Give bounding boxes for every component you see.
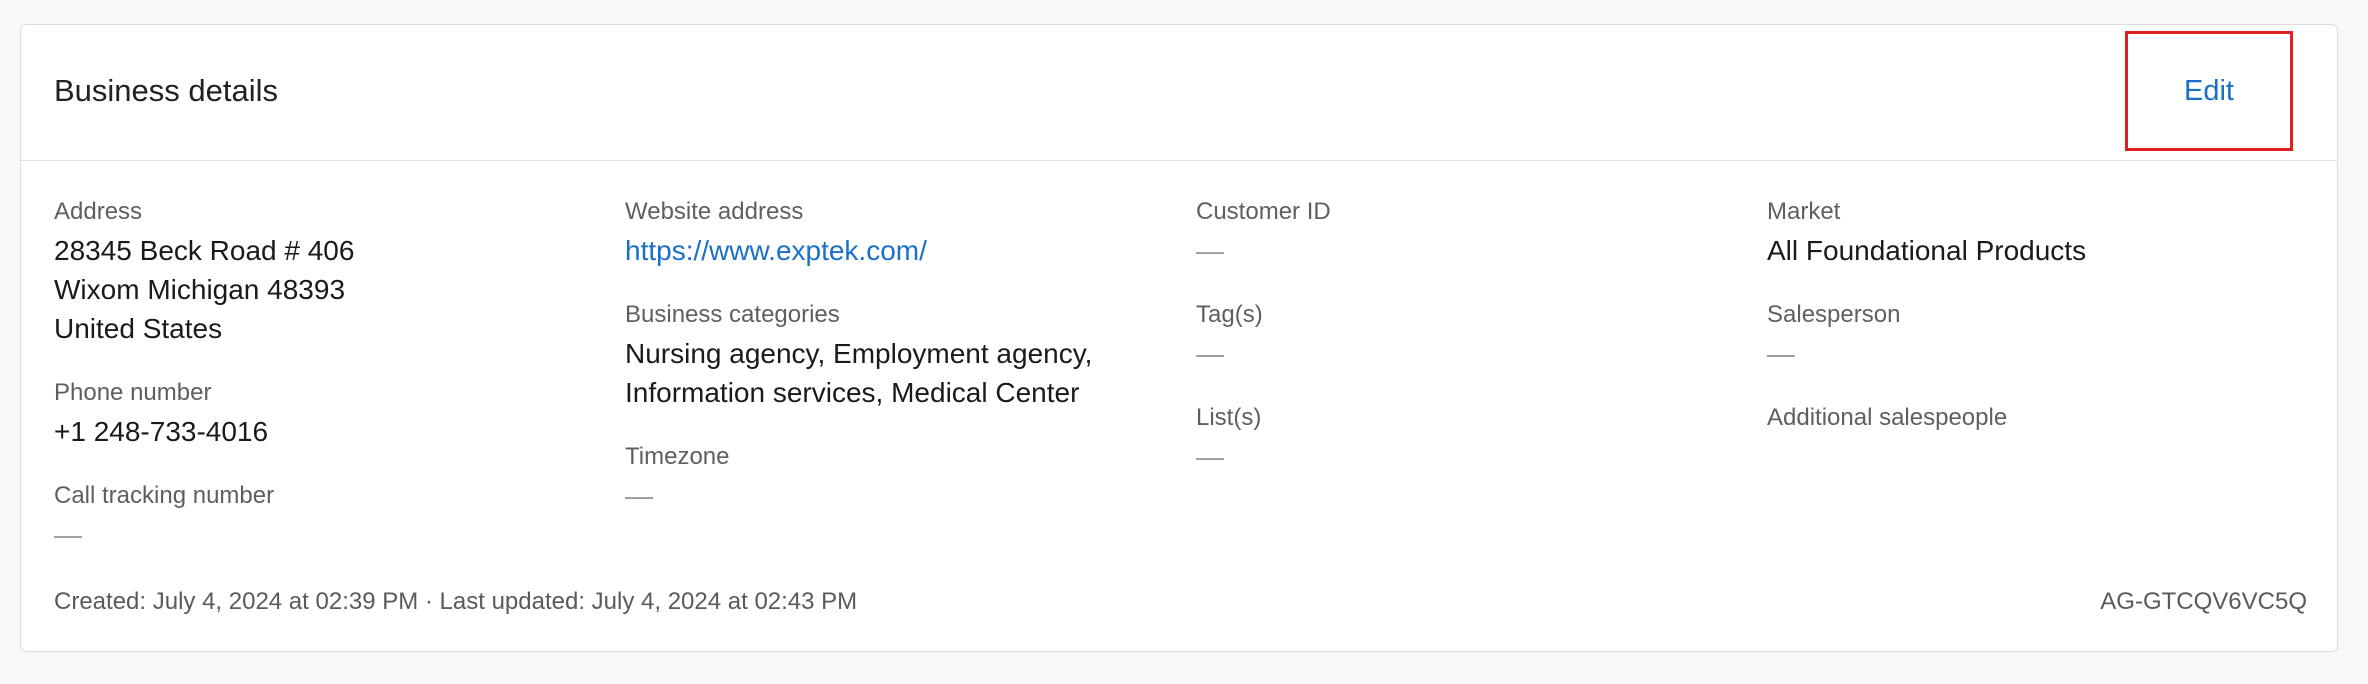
address-line-2: Wixom Michigan 48393: [54, 274, 346, 305]
business-categories-line-1: Nursing agency, Employment agency,: [625, 338, 1093, 369]
field-tags: Tag(s) —: [1196, 300, 1767, 373]
field-website: Website address https://www.exptek.com/: [625, 197, 1196, 270]
salesperson-label: Salesperson: [1767, 301, 1901, 328]
business-categories-value: Nursing agency, Employment agency, Infor…: [625, 334, 1196, 412]
field-customer-id: Customer ID —: [1196, 197, 1767, 270]
field-call-tracking: Call tracking number —: [54, 481, 625, 554]
details-grid: Address 28345 Beck Road # 406 Wixom Mich…: [54, 197, 2337, 584]
website-label: Website address: [625, 198, 804, 225]
lists-value: —: [1196, 441, 1224, 472]
address-line-3: United States: [54, 313, 223, 344]
phone-value: +1 248-733-4016: [54, 416, 269, 447]
tags-value: —: [1196, 338, 1224, 369]
column-sales: Market All Foundational Products Salespe…: [1767, 197, 2338, 584]
market-label: Market: [1767, 198, 1841, 225]
card-header: Business details Edit: [21, 25, 2337, 161]
call-tracking-value: —: [54, 519, 82, 550]
column-contact: Address 28345 Beck Road # 406 Wixom Mich…: [54, 197, 625, 584]
website-link[interactable]: https://www.exptek.com/: [625, 231, 1196, 270]
field-business-categories: Business categories Nursing agency, Empl…: [625, 300, 1196, 412]
address-value: 28345 Beck Road # 406 Wixom Michigan 483…: [54, 231, 625, 348]
field-additional-salespeople: Additional salespeople: [1767, 403, 2338, 433]
card-title: Business details: [54, 73, 279, 108]
timezone-value: —: [625, 480, 653, 511]
salesperson-value: —: [1767, 338, 1795, 369]
lists-label: List(s): [1196, 404, 1262, 431]
timezone-label: Timezone: [625, 443, 730, 470]
tags-label: Tag(s): [1196, 301, 1263, 328]
business-categories-line-2: Information services, Medical Center: [625, 377, 1080, 408]
edit-button[interactable]: Edit: [2125, 31, 2293, 151]
column-ids: Customer ID — Tag(s) — List(s) —: [1196, 197, 1767, 584]
field-lists: List(s) —: [1196, 403, 1767, 476]
address-label: Address: [54, 198, 143, 225]
field-phone: Phone number +1 248-733-4016: [54, 378, 625, 451]
field-market: Market All Foundational Products: [1767, 197, 2338, 270]
field-timezone: Timezone —: [625, 442, 1196, 515]
column-web: Website address https://www.exptek.com/ …: [625, 197, 1196, 584]
customer-id-value: —: [1196, 235, 1224, 266]
address-line-1: 28345 Beck Road # 406: [54, 235, 355, 266]
market-value: All Foundational Products: [1767, 235, 2087, 266]
customer-id-label: Customer ID: [1196, 198, 1331, 225]
field-address: Address 28345 Beck Road # 406 Wixom Mich…: [54, 197, 625, 348]
business-categories-label: Business categories: [625, 301, 840, 328]
field-salesperson: Salesperson —: [1767, 300, 2338, 373]
phone-label: Phone number: [54, 379, 212, 406]
timestamps-text: Created: July 4, 2024 at 02:39 PM · Last…: [54, 588, 858, 615]
business-details-card: Business details Edit Address 28345 Beck…: [20, 24, 2338, 652]
call-tracking-label: Call tracking number: [54, 482, 275, 509]
additional-salespeople-label: Additional salespeople: [1767, 404, 2008, 431]
account-id: AG-GTCQV6VC5Q: [2100, 588, 2307, 615]
